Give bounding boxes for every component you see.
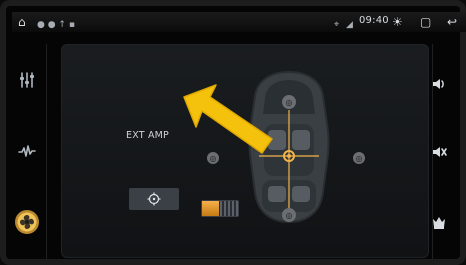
ext-amp-control: [76, 103, 239, 217]
left-rail: [12, 44, 42, 259]
front-center-speaker-dot[interactable]: ◎: [282, 95, 296, 109]
ext-amp-label: EXT AMP: [126, 130, 169, 141]
back-icon[interactable]: ↩: [447, 14, 457, 30]
mute-icon[interactable]: [427, 140, 451, 164]
home-icon[interactable]: ⌂: [18, 14, 26, 30]
balance-fan-icon[interactable]: [15, 210, 39, 234]
signal-icon: ◢: [346, 20, 353, 30]
volume-icon[interactable]: [427, 72, 451, 96]
center-target-button[interactable]: [129, 188, 179, 210]
audio-waveform-icon[interactable]: [15, 139, 39, 163]
window-icon[interactable]: ▢: [420, 14, 431, 30]
rear-center-speaker-dot[interactable]: ◎: [282, 208, 296, 222]
status-time: 09:40: [359, 15, 389, 26]
status-bar: ⌂ ● ● ↑ ▪ ⌖ ◢ 09:40 ☀ ▢ ↩: [12, 12, 466, 32]
crown-icon[interactable]: [427, 210, 451, 234]
app-frame: ⌂ ● ● ↑ ▪ ⌖ ◢ 09:40 ☀ ▢ ↩ EXT AMP ◎ ◎ ◎ …: [0, 0, 466, 265]
location-icon: ⌖: [334, 20, 340, 30]
left-divider: [46, 44, 47, 259]
brightness-icon[interactable]: ☀: [392, 14, 403, 30]
target-icon: [147, 192, 161, 206]
equalizer-sliders-icon[interactable]: [15, 68, 39, 92]
ext-amp-toggle-on: [202, 201, 219, 216]
front-left-speaker-dot[interactable]: ◎: [207, 152, 219, 164]
front-right-speaker-dot[interactable]: ◎: [353, 152, 365, 164]
status-indicators-icon: ● ● ↑ ▪: [37, 20, 75, 30]
